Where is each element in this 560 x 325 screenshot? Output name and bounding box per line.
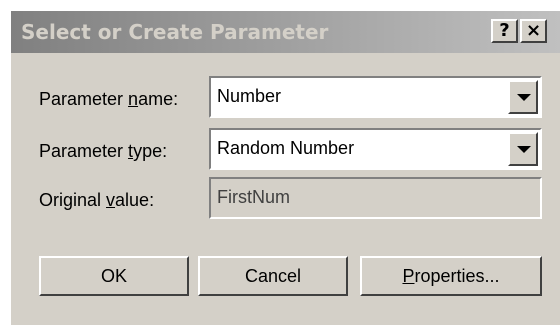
parameter-type-value: Random Number: [217, 138, 355, 158]
parameter-name-label: Parameter name:: [39, 89, 179, 109]
chevron-down-icon: [517, 146, 531, 153]
parameter-type-combobox[interactable]: Random Number: [209, 128, 542, 170]
title-bar[interactable]: Select or Create Parameter ? ×: [11, 11, 560, 53]
parameter-type-dropdown-button[interactable]: [508, 132, 538, 166]
original-value-text: FirstNum: [217, 187, 290, 207]
close-button[interactable]: ×: [520, 19, 547, 43]
parameter-name-dropdown-button[interactable]: [508, 80, 538, 114]
parameter-type-label: Parameter type:: [39, 141, 168, 161]
original-value-field: FirstNum: [209, 177, 542, 219]
cancel-button[interactable]: Cancel: [198, 256, 348, 296]
ok-button[interactable]: OK: [39, 256, 189, 296]
parameter-name-combobox[interactable]: Number: [209, 76, 542, 118]
help-button[interactable]: ?: [491, 19, 518, 43]
original-value-label: Original value:: [39, 190, 155, 210]
properties-button[interactable]: Properties...: [360, 256, 542, 296]
dialog-title: Select or Create Parameter: [21, 20, 329, 44]
parameter-name-value: Number: [217, 86, 282, 106]
chevron-down-icon: [517, 94, 531, 101]
select-create-parameter-dialog: Select or Create Parameter ? × Parameter…: [10, 10, 560, 325]
